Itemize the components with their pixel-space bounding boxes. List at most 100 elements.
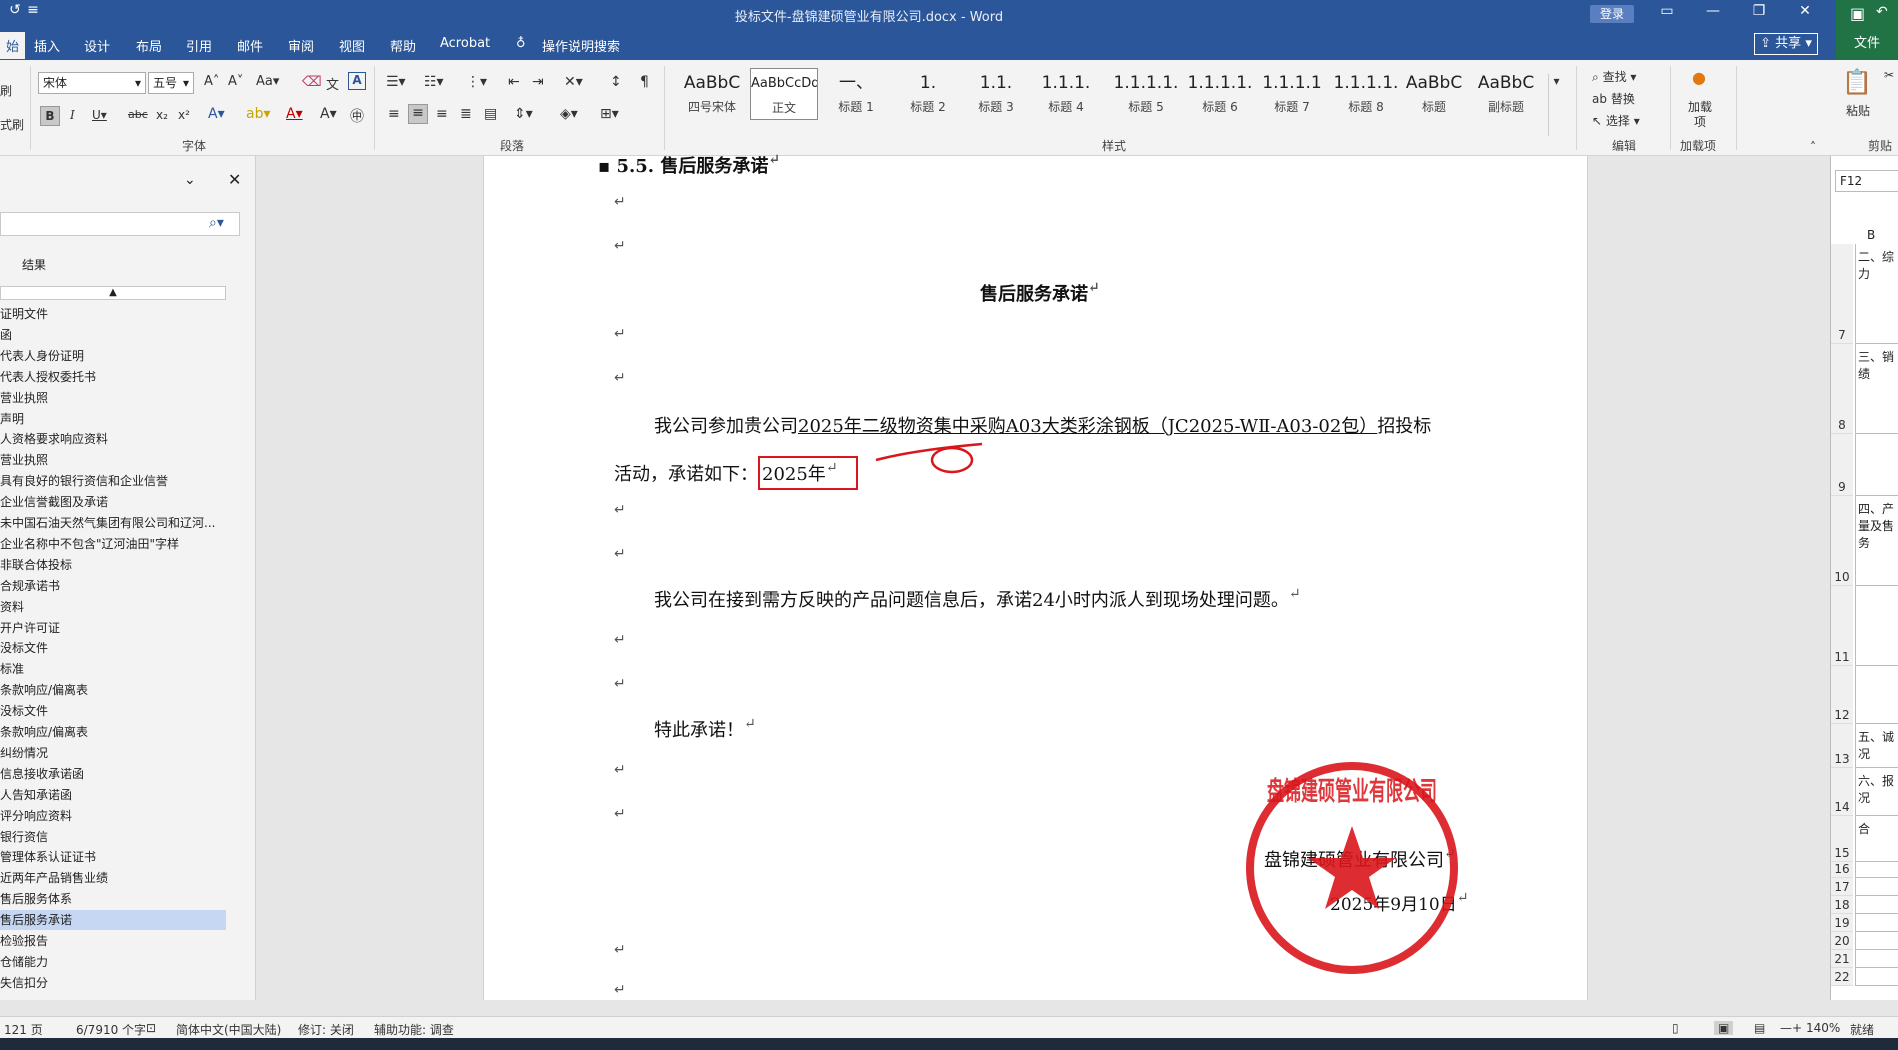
collapse-heading-icon[interactable]: ▲	[0, 286, 226, 300]
shading-icon[interactable]: ◈▾	[560, 106, 578, 122]
nav-heading-item[interactable]: 纠纷情况	[0, 743, 226, 763]
language-indicator[interactable]: 简体中文(中国大陆)	[176, 1021, 281, 1038]
align-left-icon[interactable]: ≡	[388, 106, 400, 122]
nav-heading-item[interactable]: 资料	[0, 597, 226, 617]
font-color-icon[interactable]: A▾	[286, 106, 303, 122]
nav-heading-item[interactable]: 近两年产品销售业绩	[0, 868, 226, 888]
excel-cell[interactable]	[1855, 896, 1898, 914]
clear-format-icon[interactable]: ⌫	[302, 74, 322, 90]
tab-help[interactable]: 帮助	[390, 36, 416, 55]
tab-review[interactable]: 审阅	[288, 36, 314, 55]
character-shading-icon[interactable]: A▾	[320, 106, 337, 122]
subscript-button[interactable]: x₂	[156, 108, 168, 122]
align-center-icon[interactable]: ≡	[408, 104, 428, 124]
excel-cell[interactable]: 五、诚况	[1855, 724, 1898, 768]
show-marks-icon[interactable]: ¶	[640, 74, 649, 90]
excel-cell[interactable]	[1855, 586, 1898, 666]
tab-view[interactable]: 视图	[339, 36, 365, 55]
search-icon[interactable]: ⌕▾	[209, 215, 224, 231]
nav-heading-item[interactable]: 具有良好的银行资信和企业信誉	[0, 471, 226, 491]
increase-indent-icon[interactable]: ⇥	[532, 74, 544, 90]
minimize-button[interactable]: —	[1698, 3, 1728, 19]
paste-button[interactable]: 粘贴	[1846, 102, 1870, 119]
nav-heading-item[interactable]: 人资格要求响应资料	[0, 429, 226, 449]
borders-icon[interactable]: ⊞▾	[600, 106, 619, 122]
align-right-icon[interactable]: ≡	[436, 106, 448, 122]
paste-icon[interactable]: 📋	[1842, 68, 1872, 96]
nav-heading-item[interactable]: 失信扣分	[0, 973, 226, 993]
multilevel-list-icon[interactable]: ⋮▾	[466, 74, 487, 90]
bullets-icon[interactable]: ☰▾	[386, 74, 406, 90]
style-item[interactable]: AaBbC 四号宋体	[678, 68, 746, 120]
excel-undo-icon[interactable]: ↶	[1876, 4, 1888, 20]
excel-row-number[interactable]: 16	[1831, 862, 1853, 878]
chevron-down-icon[interactable]: ⌄	[184, 172, 196, 188]
nav-heading-item[interactable]: 代表人授权委托书	[0, 367, 226, 387]
excel-save-icon[interactable]: ▣	[1850, 4, 1865, 23]
decrease-indent-icon[interactable]: ⇤	[508, 74, 520, 90]
excel-row-number[interactable]: 19	[1831, 914, 1853, 932]
nav-heading-item[interactable]: 银行资信	[0, 827, 226, 847]
excel-cell[interactable]	[1855, 968, 1898, 986]
excel-row-number[interactable]: 7	[1831, 244, 1853, 344]
nav-heading-item[interactable]: 没标文件	[0, 701, 226, 721]
read-mode-icon[interactable]: ▯	[1672, 1021, 1679, 1035]
nav-heading-item[interactable]: 仓储能力	[0, 952, 226, 972]
excel-row-number[interactable]: 21	[1831, 950, 1853, 968]
web-layout-icon[interactable]: ▤	[1754, 1021, 1765, 1035]
replace-button[interactable]: ab 替换	[1592, 90, 1635, 107]
nav-heading-item[interactable]: 营业执照	[0, 450, 226, 470]
nav-heading-item[interactable]: 管理体系认证证书	[0, 847, 226, 867]
font-size-combo[interactable]: 五号 ▾	[148, 72, 194, 94]
styles-gallery-more-icon[interactable]: ▾	[1548, 74, 1564, 136]
sort-icon[interactable]: ↕	[610, 74, 622, 90]
nav-heading-item[interactable]: 检验报告	[0, 931, 226, 951]
select-button[interactable]: ↖ 选择 ▾	[1592, 112, 1640, 129]
excel-cell[interactable]	[1855, 914, 1898, 932]
excel-row-number[interactable]: 13	[1831, 724, 1853, 768]
ribbon-display-icon[interactable]: ▭	[1652, 3, 1682, 19]
line-spacing-icon[interactable]: ⇕▾	[514, 106, 533, 122]
tab-design[interactable]: 设计	[84, 36, 110, 55]
text-effects-icon[interactable]: A▾	[208, 106, 225, 122]
style-item[interactable]: 1.1.1.1 标题 7	[1258, 68, 1326, 120]
nav-heading-item[interactable]: 条款响应/偏离表	[0, 722, 226, 742]
tab-insert[interactable]: 插入	[34, 36, 60, 55]
excel-row-number[interactable]: 12	[1831, 666, 1853, 724]
nav-heading-item[interactable]: 营业执照	[0, 388, 226, 408]
phonetic-guide-icon[interactable]: 文	[326, 74, 339, 93]
share-button[interactable]: ⇪ 共享 ▾	[1754, 33, 1818, 55]
accessibility-status[interactable]: 辅助功能: 调查	[374, 1021, 454, 1038]
excel-cell[interactable]	[1855, 878, 1898, 896]
style-item[interactable]: AaBbC 副标题	[1472, 68, 1540, 120]
shrink-font-icon[interactable]: A˅	[228, 74, 243, 89]
tell-me-search[interactable]: 操作说明搜索	[542, 36, 620, 55]
excel-cell[interactable]: 四、产量及售务	[1855, 496, 1898, 586]
excel-cell[interactable]: 合	[1855, 816, 1898, 862]
excel-row-number[interactable]: 8	[1831, 344, 1853, 434]
nav-heading-item[interactable]: 声明	[0, 409, 226, 429]
excel-file-tab[interactable]: 文件	[1836, 28, 1898, 60]
close-icon[interactable]: ✕	[228, 170, 241, 189]
nav-heading-item[interactable]: 标准	[0, 659, 226, 679]
nav-results-tab[interactable]: 结果	[22, 256, 46, 273]
excel-row-number[interactable]: 9	[1831, 434, 1853, 496]
format-painter-label[interactable]: 刷	[0, 82, 12, 99]
nav-heading-item[interactable]: 合规承诺书	[0, 576, 226, 596]
nav-search-input[interactable]: ⌕▾	[0, 212, 240, 236]
close-button[interactable]: ✕	[1790, 3, 1820, 19]
print-layout-icon[interactable]: ▣	[1714, 1021, 1734, 1035]
excel-cell[interactable]: 三、销绩	[1855, 344, 1898, 434]
format-painter-fragment[interactable]: 式刷	[0, 116, 24, 133]
tab-layout[interactable]: 布局	[136, 36, 162, 55]
character-border-icon[interactable]: A	[348, 72, 366, 90]
style-item[interactable]: 1. 标题 2	[894, 68, 962, 120]
enclose-characters-icon[interactable]: ㊥	[350, 106, 364, 126]
nav-heading-item[interactable]: 人告知承诺函	[0, 785, 226, 805]
addins-button[interactable]: 加载项	[1688, 100, 1712, 130]
excel-cell[interactable]: 二、综力	[1855, 244, 1898, 344]
nav-heading-item[interactable]: 条款响应/偏离表	[0, 680, 226, 700]
page-count[interactable]: 121 页	[4, 1021, 43, 1038]
find-button[interactable]: ⌕ 查找 ▾	[1592, 68, 1636, 85]
nav-heading-item[interactable]: 售后服务承诺	[0, 910, 226, 931]
